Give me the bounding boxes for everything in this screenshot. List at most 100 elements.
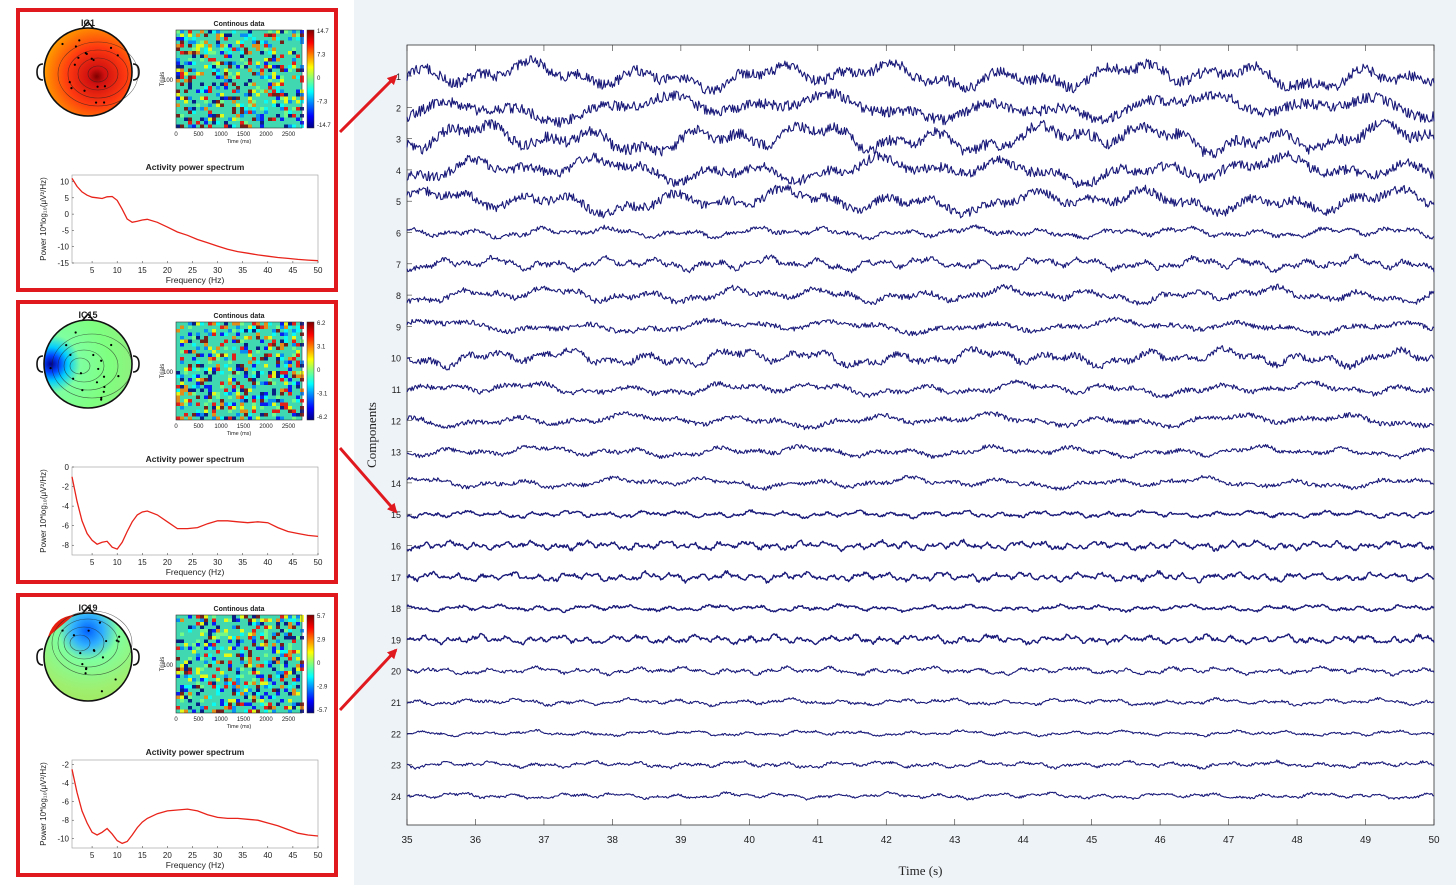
image-cell <box>292 678 296 682</box>
image-cell <box>196 336 200 340</box>
image-cell <box>248 51 252 55</box>
image-cell <box>264 357 268 361</box>
electrode <box>72 634 76 637</box>
image-cell <box>296 343 300 347</box>
image-cell <box>188 364 192 368</box>
image-cell <box>272 709 276 713</box>
electrode <box>92 353 95 357</box>
image-cell <box>220 44 224 48</box>
electrode <box>84 52 87 55</box>
image-cell <box>220 385 224 389</box>
image-cell <box>296 68 300 72</box>
image-cell <box>248 82 252 86</box>
main-x-tick-label: 39 <box>675 835 687 846</box>
image-cell <box>252 406 256 410</box>
image-cell <box>216 100 220 104</box>
image-cell <box>256 350 260 354</box>
image-cell <box>288 392 292 396</box>
time-tick: 2000 <box>259 717 273 723</box>
x-tick-label: 45 <box>288 851 297 860</box>
image-cell <box>292 618 296 622</box>
x-tick-label: 5 <box>90 266 95 275</box>
image-cell <box>236 371 240 375</box>
image-cell <box>232 618 236 622</box>
image-cell <box>296 706 300 710</box>
image-cell <box>228 360 232 364</box>
image-cell <box>252 671 256 675</box>
image-cell <box>216 353 220 357</box>
image-cell <box>188 96 192 100</box>
image-cell <box>216 367 220 371</box>
image-cell <box>192 100 196 104</box>
image-cell <box>248 58 252 62</box>
image-cell <box>252 37 256 41</box>
colorbar-tick: 5.7 <box>317 614 326 620</box>
image-cell <box>192 124 196 128</box>
image-cell <box>216 121 220 125</box>
continuous-image <box>175 321 304 421</box>
continuous-title: Continous data <box>214 313 265 320</box>
image-cell <box>296 413 300 417</box>
image-cell <box>208 643 212 647</box>
image-cell <box>180 72 184 76</box>
image-cell <box>280 117 284 121</box>
image-cell <box>196 681 200 685</box>
image-cell <box>264 643 268 647</box>
image-cell <box>288 388 292 392</box>
image-cell <box>260 107 264 111</box>
image-cell <box>292 65 296 69</box>
image-cell <box>188 660 192 664</box>
image-cell <box>288 65 292 69</box>
image-cell <box>284 706 288 710</box>
image-cell <box>216 625 220 629</box>
image-cell <box>252 107 256 111</box>
time-label: Time (ms) <box>227 139 252 145</box>
spectrum-axes <box>71 174 319 264</box>
image-cell <box>196 692 200 696</box>
image-cell <box>252 632 256 636</box>
image-cell <box>228 96 232 100</box>
image-cell <box>280 68 284 72</box>
image-cell <box>240 406 244 410</box>
time-tick: 0 <box>174 424 178 430</box>
image-cell <box>184 79 188 83</box>
image-cell <box>248 329 252 333</box>
image-cell <box>188 339 192 343</box>
ic-panel-ic15: IC15 Continous data Trials 100 0 500 1000 1500 2… <box>16 300 338 584</box>
y-tick-label: -4 <box>62 502 70 511</box>
image-cell <box>264 646 268 650</box>
image-cell <box>288 622 292 626</box>
image-cell <box>264 702 268 706</box>
image-cell <box>284 381 288 385</box>
image-cell <box>228 660 232 664</box>
main-x-tick-label: 36 <box>470 835 482 846</box>
image-cell <box>204 639 208 643</box>
image-cell <box>264 47 268 51</box>
image-cell <box>180 40 184 44</box>
image-cell <box>180 695 184 699</box>
image-cell <box>192 61 196 65</box>
image-cell <box>248 636 252 640</box>
image-cell <box>236 618 240 622</box>
image-cell <box>244 664 248 668</box>
image-cell <box>264 392 268 396</box>
image-cell <box>208 103 212 107</box>
image-cell <box>196 702 200 706</box>
ic-panel-svg: IC19 Continous dataTrials1000 500 1000 1500 2… <box>36 603 328 870</box>
main-y-tick-label: 16 <box>391 542 401 552</box>
image-cell <box>232 402 236 406</box>
image-cell <box>272 339 276 343</box>
image-cell <box>204 367 208 371</box>
image-cell <box>272 72 276 76</box>
image-cell <box>284 664 288 668</box>
image-cell <box>200 339 204 343</box>
image-cell <box>228 618 232 622</box>
image-cell <box>208 360 212 364</box>
main-y-tick-label: 24 <box>391 792 401 802</box>
image-cell <box>188 79 192 83</box>
image-cell <box>264 322 268 326</box>
image-cell <box>180 381 184 385</box>
image-cell <box>296 75 300 79</box>
image-cell <box>244 657 248 661</box>
image-cell <box>268 695 272 699</box>
